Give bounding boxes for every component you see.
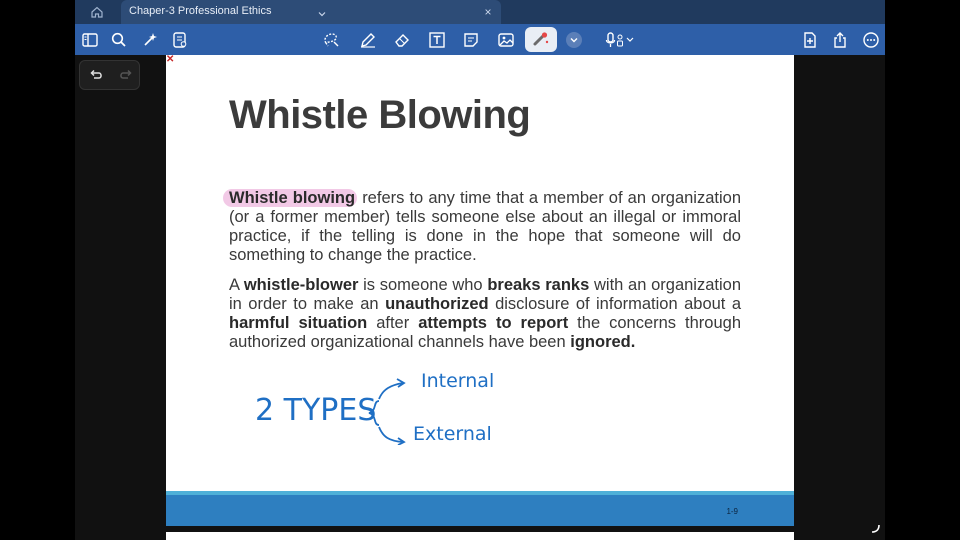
search-icon[interactable]: [108, 29, 130, 51]
app-window: Chaper-3 Professional Ethics × Whistle B…: [75, 0, 885, 540]
next-page-edge: [166, 532, 794, 540]
text-box-icon[interactable]: [426, 29, 448, 51]
chevron-down-icon[interactable]: [566, 32, 582, 48]
document-settings-icon[interactable]: [169, 29, 191, 51]
undo-redo-group: [79, 60, 140, 90]
sidebar-icon[interactable]: [79, 29, 101, 51]
slide-page[interactable]: Whistle Blowing Whistle blowing refers t…: [166, 55, 794, 526]
eraser-icon[interactable]: [391, 29, 413, 51]
more-icon[interactable]: [860, 29, 882, 51]
laser-cursor-icon: ✕: [166, 54, 175, 65]
slide-footer: 1-9: [166, 495, 794, 526]
tab-bar: Chaper-3 Professional Ethics ×: [75, 0, 885, 24]
arrow-up-icon: [378, 378, 406, 400]
tab-title: Chaper-3 Professional Ethics: [129, 5, 272, 17]
paragraph-whistle-blower: A whistle-blower is someone who breaks r…: [229, 276, 741, 351]
pen-icon[interactable]: [357, 29, 379, 51]
highlighted-term: Whistle blowing: [223, 189, 358, 207]
share-icon[interactable]: [829, 29, 851, 51]
handwriting-external: External: [413, 423, 492, 445]
sticky-note-icon[interactable]: [460, 29, 482, 51]
undo-icon[interactable]: [86, 66, 106, 86]
arrow-down-icon: [378, 426, 406, 445]
add-page-icon[interactable]: [799, 29, 821, 51]
handwritten-annotation: 2 TYPES Internal External: [255, 370, 494, 445]
handwriting-internal: Internal: [421, 370, 494, 392]
slide-title: Whistle Blowing: [229, 93, 531, 137]
chevron-down-icon[interactable]: [317, 6, 327, 17]
microphone-icon[interactable]: [603, 29, 637, 51]
scroll-indicator-icon: [871, 524, 880, 533]
laser-pointer-button[interactable]: [525, 27, 557, 52]
handwriting-types: 2 TYPES: [255, 393, 376, 428]
laser-pointer-icon: [533, 32, 549, 46]
lasso-icon[interactable]: [320, 29, 342, 51]
paragraph-definition: Whistle blowing refers to any time that …: [223, 189, 741, 265]
page-number: 1-9: [726, 507, 738, 516]
toolbar: [75, 24, 885, 55]
close-icon[interactable]: ×: [481, 5, 495, 19]
redo-icon[interactable]: [116, 66, 136, 86]
home-icon[interactable]: [87, 3, 107, 21]
document-tab[interactable]: Chaper-3 Professional Ethics ×: [121, 0, 501, 24]
bookmark-add-icon[interactable]: [140, 29, 162, 51]
image-icon[interactable]: [495, 29, 517, 51]
